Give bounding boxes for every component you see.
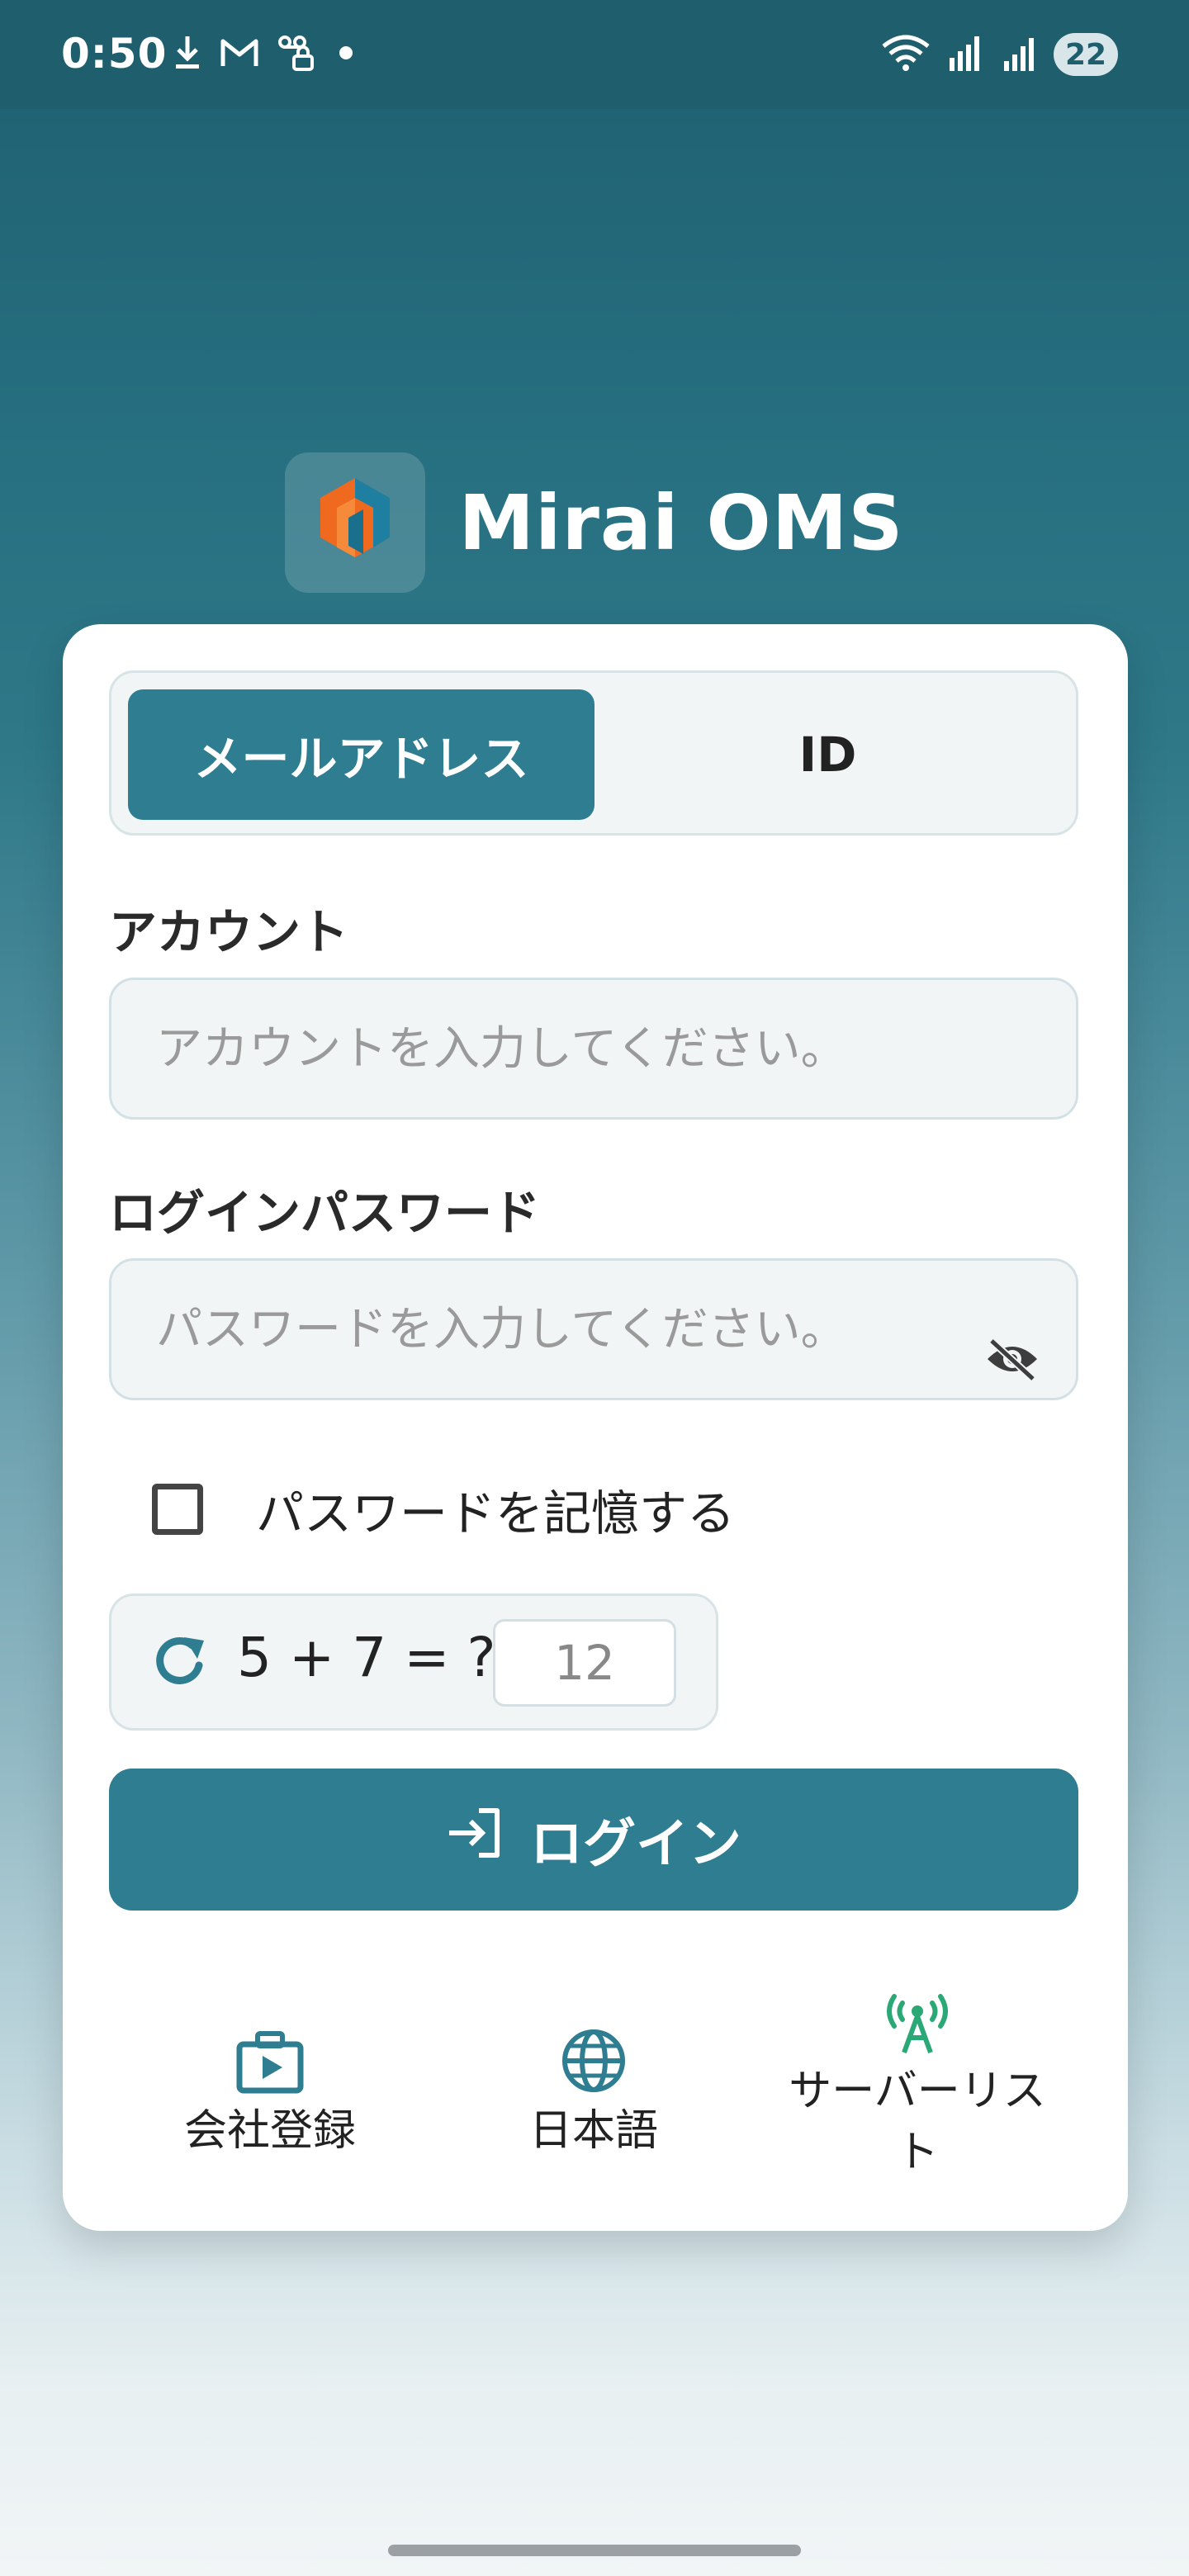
status-right-icons: 22 [880,33,1118,76]
eye-off-icon [985,1338,1040,1384]
status-bar: 0:50 22 [0,0,1189,109]
account-input[interactable] [109,978,1078,1120]
server-list-button[interactable]: サーバーリスト [756,1963,1078,2183]
globe-icon [561,2003,627,2094]
briefcase-play-icon [236,2003,304,2094]
remember-password-label: パスワードを記憶する [256,1485,736,1541]
tab-email-address[interactable]: メールアドレス [128,689,594,820]
language-button[interactable]: 日本語 [433,2003,755,2162]
login-card: メールアドレス ID アカウント ログインパスワード パスワードを記憶する [63,624,1128,2231]
login-button-label: ログイン [530,1814,741,1875]
battery-badge: 22 [1054,33,1118,76]
company-register-label: 会社登録 [183,2106,356,2156]
password-visibility-toggle[interactable] [971,1319,1054,1402]
dot-icon [334,40,358,65]
captcha-box: 5 + 7 = ? [109,1593,718,1731]
login-icon [446,1807,502,1872]
company-register-button[interactable]: 会社登録 [109,2003,431,2162]
gmail-icon [220,36,259,69]
remember-password-checkbox[interactable] [152,1484,203,1535]
status-left-icons [173,33,358,73]
language-label: 日本語 [528,2106,658,2156]
remember-password-row[interactable]: パスワードを記憶する [152,1475,735,1544]
tab-id[interactable]: ID [594,689,1061,820]
logo-tile [285,452,426,593]
mirai-logo-icon [315,475,395,571]
home-indicator[interactable] [388,2545,801,2556]
password-label: ログインパスワード [109,1185,541,1241]
app-name: Mirai OMS [458,478,904,567]
antenna-icon [883,1963,952,2054]
account-label: アカウント [109,904,349,960]
server-list-label: サーバーリスト [789,2067,1046,2177]
status-time: 0:50 [61,30,168,78]
wifi-icon [880,33,931,76]
login-mode-toggle: メールアドレス ID [109,670,1078,836]
download-icon [173,33,201,73]
brand-header: Mirai OMS [0,452,1189,593]
refresh-icon [151,1634,209,1695]
captcha-refresh-button[interactable] [151,1636,209,1693]
bottom-actions: 会社登録 日本語 サーバーリスト [109,1963,1078,2178]
signal-r-icon [946,33,988,76]
login-button[interactable]: ログイン [109,1769,1078,1911]
captcha-answer-input[interactable] [493,1619,676,1707]
captcha-question: 5 + 7 = ? [237,1626,496,1689]
password-input[interactable] [109,1258,1078,1400]
voicemail-lock-icon [277,33,315,73]
signal-icon [1002,33,1039,76]
